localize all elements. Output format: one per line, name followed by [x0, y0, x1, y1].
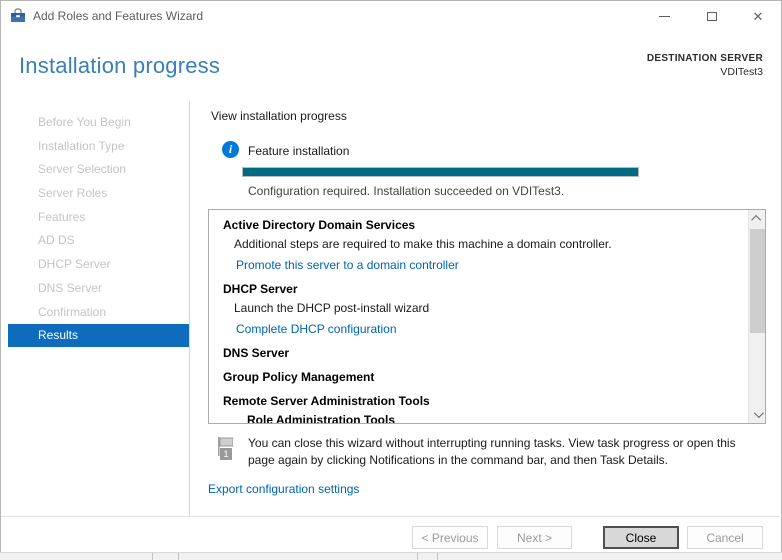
- background-window-strip: [0, 552, 782, 560]
- maximize-icon: [707, 11, 717, 21]
- close-window-button[interactable]: ✕: [741, 1, 775, 31]
- close-button[interactable]: Close: [603, 526, 679, 549]
- results-rows: Active Directory Domain Services Additio…: [209, 210, 747, 423]
- wizard-steps-nav: Before You Begin Installation Type Serve…: [1, 111, 189, 348]
- result-role-dhcp: DHCP Server: [223, 282, 298, 296]
- title-bar: Add Roles and Features Wizard ✕: [1, 1, 781, 31]
- feature-installation-label: Feature installation: [248, 144, 350, 158]
- maximize-button[interactable]: [695, 1, 729, 31]
- step-server-roles: Server Roles: [38, 186, 108, 201]
- result-role-ad-ds: Active Directory Domain Services: [223, 218, 416, 232]
- notification-badge: 1: [220, 448, 232, 460]
- scroll-up-button[interactable]: [749, 210, 766, 227]
- result-dhcp-info: Launch the DHCP post-install wizard: [234, 301, 430, 315]
- page-title: Installation progress: [19, 53, 221, 78]
- chevron-up-icon: [751, 214, 762, 225]
- scrollbar-thumb[interactable]: [750, 229, 765, 333]
- results-scrollbar[interactable]: [748, 210, 765, 423]
- sidebar-divider: [189, 101, 190, 516]
- promote-domain-controller-link[interactable]: Promote this server to a domain controll…: [209, 256, 747, 275]
- screen: Add Roles and Features Wizard ✕ Installa…: [0, 0, 782, 560]
- step-server-selection: Server Selection: [38, 162, 127, 177]
- step-features: Features: [38, 209, 86, 224]
- wizard-note-text: You can close this wizard without interr…: [248, 436, 736, 467]
- step-installation-type: Installation Type: [38, 138, 125, 153]
- wizard-toolbox-icon: [10, 8, 26, 24]
- step-results[interactable]: Results: [8, 324, 189, 348]
- previous-button: < Previous: [412, 526, 488, 549]
- chevron-down-icon: [753, 408, 764, 419]
- section-title: View installation progress: [211, 109, 347, 123]
- scroll-down-button[interactable]: [749, 406, 766, 423]
- installation-status-text: Configuration required. Installation suc…: [248, 184, 565, 198]
- close-icon: ✕: [752, 8, 764, 24]
- result-role-rsat: Remote Server Administration Tools: [223, 394, 430, 408]
- wizard-window: Add Roles and Features Wizard ✕ Installa…: [0, 0, 782, 552]
- destination-server-label: DESTINATION SERVER: [646, 53, 763, 64]
- progress-bar-fill: [243, 168, 638, 176]
- minimize-button[interactable]: [647, 1, 681, 31]
- step-confirmation: Confirmation: [38, 304, 107, 319]
- background-divider: [152, 553, 153, 560]
- background-divider: [417, 553, 418, 560]
- complete-dhcp-configuration-link[interactable]: Complete DHCP configuration: [209, 320, 747, 339]
- result-role-admin-tools: Role Administration Tools: [247, 413, 396, 423]
- step-ad-ds: AD DS: [38, 233, 75, 248]
- footer-divider: [1, 516, 782, 517]
- step-before-you-begin: Before You Begin: [38, 115, 131, 129]
- info-icon: i: [222, 141, 239, 158]
- next-button: Next >: [497, 526, 572, 549]
- step-dns-server: DNS Server: [38, 280, 103, 295]
- background-divider: [437, 553, 438, 560]
- export-configuration-settings-link[interactable]: Export configuration settings: [208, 482, 359, 496]
- result-role-gpm: Group Policy Management: [223, 370, 375, 384]
- cancel-button: Cancel: [687, 526, 763, 549]
- minimize-icon: [658, 15, 670, 17]
- destination-server-block: DESTINATION SERVER VDITest3: [647, 53, 763, 78]
- installation-progress-bar: [242, 167, 639, 177]
- background-divider: [178, 553, 179, 560]
- installation-results-list: Active Directory Domain Services Additio…: [208, 209, 766, 424]
- window-title: Add Roles and Features Wizard: [33, 9, 204, 23]
- result-ad-ds-info: Additional steps are required to make th…: [234, 237, 612, 251]
- step-dhcp-server: DHCP Server: [38, 257, 111, 272]
- result-role-dns: DNS Server: [223, 346, 290, 360]
- destination-server-name: VDITest3: [720, 66, 763, 78]
